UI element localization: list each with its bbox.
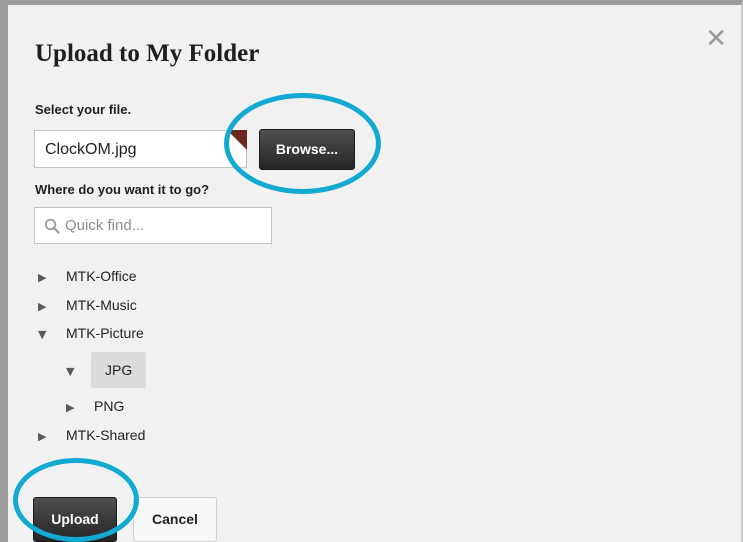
upload-button[interactable]: Upload: [33, 497, 117, 542]
file-name-field[interactable]: ClockOM.jpg: [34, 130, 247, 168]
chevron-down-icon: ▼: [66, 365, 75, 378]
upload-dialog: ✕ Upload to My Folder Select your file. …: [0, 0, 743, 542]
tree-item-mtk-music[interactable]: ▶ MTK-Music: [38, 290, 137, 320]
tree-item-mtk-picture[interactable]: ▼ MTK-Picture: [38, 318, 144, 348]
select-file-label: Select your file.: [35, 102, 132, 117]
search-icon: [44, 218, 60, 234]
close-icon[interactable]: ✕: [705, 26, 727, 52]
browse-button[interactable]: Browse...: [259, 129, 355, 170]
chevron-down-icon: ▼: [38, 328, 47, 341]
quick-find-field[interactable]: [34, 207, 272, 244]
tree-item-label: JPG: [91, 352, 147, 388]
quick-find-input[interactable]: [65, 208, 265, 243]
tree-item-label: PNG: [94, 398, 125, 414]
tree-item-png[interactable]: ▶ PNG: [66, 391, 124, 421]
tree-item-mtk-shared[interactable]: ▶ MTK-Shared: [38, 420, 145, 450]
tree-item-label: MTK-Shared: [66, 427, 146, 443]
chevron-right-icon: ▶: [38, 271, 47, 284]
tree-item-jpg[interactable]: ▼ JPG: [66, 352, 147, 388]
tree-item-label: MTK-Music: [66, 297, 137, 313]
destination-label: Where do you want it to go?: [35, 182, 210, 197]
cancel-button[interactable]: Cancel: [133, 497, 217, 542]
dialog-title: Upload to My Folder: [35, 40, 260, 67]
tree-item-label: MTK-Office: [66, 268, 137, 284]
chevron-right-icon: ▶: [38, 430, 47, 443]
chevron-right-icon: ▶: [66, 401, 75, 414]
tree-item-mtk-office[interactable]: ▶ MTK-Office: [38, 261, 137, 291]
tree-item-label: MTK-Picture: [66, 325, 144, 341]
corner-marker: [227, 130, 247, 150]
file-name-value: ClockOM.jpg: [45, 141, 137, 158]
